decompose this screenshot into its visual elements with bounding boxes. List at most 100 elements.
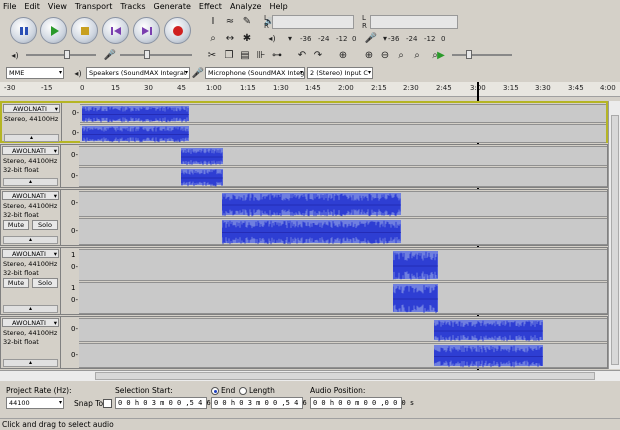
sync-lock-icon[interactable]: ⊕ <box>336 48 350 62</box>
collapse-track-button[interactable]: ▴ <box>3 236 58 244</box>
mute-button[interactable]: Mute <box>3 278 29 288</box>
menu-view[interactable]: View <box>48 2 67 11</box>
cut-icon[interactable]: ✂ <box>205 48 219 62</box>
vertical-scale[interactable]: 0- 0- <box>62 317 79 368</box>
track-control-panel[interactable]: ✕AWOLNATI▾Stereo, 44100Hz▴ <box>2 103 62 142</box>
track-name-button[interactable]: AWOLNATI ▾ <box>2 146 59 155</box>
timeshift-tool-icon[interactable]: ↔ <box>223 31 237 45</box>
horizontal-scrollbar[interactable] <box>0 370 620 381</box>
skip-to-end-button[interactable] <box>133 17 160 44</box>
vertical-scroll-thumb[interactable] <box>611 115 619 365</box>
audio-track[interactable]: ✕AWOLNATI▾Stereo, 44100Hz32-bit float▴0-… <box>0 144 608 188</box>
audio-track[interactable]: ✕AWOLNATI▾Stereo, 44100Hz32-bit float▴0-… <box>0 316 608 369</box>
channel-lane[interactable] <box>79 218 607 245</box>
vertical-scale[interactable]: 0- 0- <box>62 190 79 245</box>
channel-lane[interactable] <box>79 146 607 166</box>
menu-generate[interactable]: Generate <box>154 2 191 11</box>
waveform-clip[interactable] <box>180 169 223 187</box>
waveform-clip[interactable] <box>392 284 438 314</box>
input-device-select[interactable]: Microphone (SoundMAX Integr ▾ <box>205 67 305 79</box>
channel-lane[interactable] <box>79 191 607 217</box>
waveform-clip[interactable] <box>81 106 189 123</box>
waveform-clip[interactable] <box>221 220 401 245</box>
length-radio[interactable] <box>239 387 247 395</box>
audio-track[interactable]: ✕AWOLNATI▾Stereo, 44100Hz▴0-0- <box>0 101 608 143</box>
skip-to-start-button[interactable] <box>102 17 129 44</box>
track-control-panel[interactable]: ✕AWOLNATI▾Stereo, 44100Hz32-bit float▴ <box>1 317 61 368</box>
track-name-button[interactable]: AWOLNATI ▾ <box>3 104 60 113</box>
audio-host-select[interactable]: MME ▾ <box>6 67 64 79</box>
zoom-in-icon[interactable]: ⊕ <box>362 48 376 62</box>
track-name-button[interactable]: AWOLNATI ▾ <box>2 249 59 258</box>
end-radio[interactable] <box>211 387 219 395</box>
collapse-track-button[interactable]: ▴ <box>3 305 58 313</box>
timeline-ruler[interactable]: -30 -15 0 15 30 45 1:00 1:15 1:30 1:45 2:00 2:15 2:3… <box>0 82 620 97</box>
mute-button[interactable]: Mute <box>3 220 29 230</box>
pause-button[interactable] <box>10 17 37 44</box>
menu-edit[interactable]: Edit <box>24 2 40 11</box>
snap-to-checkbox[interactable] <box>103 399 112 408</box>
project-rate-select[interactable]: 44100 ▾ <box>6 397 64 409</box>
waveform-clip[interactable] <box>433 320 543 342</box>
selection-start-field[interactable]: 0 0 h 0 3 m 0 0 ,5 4 6 s <box>115 397 219 409</box>
play-at-speed-icon[interactable]: ▶ <box>434 48 448 62</box>
playback-volume-slider[interactable] <box>26 54 96 56</box>
selection-tool-icon[interactable]: I <box>206 14 220 28</box>
copy-icon[interactable]: ❐ <box>222 48 236 62</box>
collapse-track-button[interactable]: ▴ <box>3 178 58 186</box>
silence-icon[interactable]: ⊶ <box>270 48 284 62</box>
undo-icon[interactable]: ↶ <box>295 48 309 62</box>
recording-meter[interactable] <box>370 15 458 29</box>
collapse-track-button[interactable]: ▴ <box>4 134 59 142</box>
solo-button[interactable]: Solo <box>32 278 58 288</box>
vertical-scrollbar[interactable] <box>608 101 620 369</box>
channel-lane[interactable] <box>79 167 607 187</box>
track-name-button[interactable]: AWOLNATI ▾ <box>2 318 59 327</box>
waveform-clip[interactable] <box>221 193 401 217</box>
horizontal-scroll-thumb[interactable] <box>95 372 595 380</box>
stop-button[interactable] <box>71 17 98 44</box>
play-speed-slider[interactable] <box>452 54 512 56</box>
envelope-tool-icon[interactable]: ≈ <box>223 14 237 28</box>
menu-tracks[interactable]: Tracks <box>120 2 145 11</box>
record-button[interactable] <box>164 17 191 44</box>
waveform-clip[interactable] <box>81 126 189 143</box>
draw-tool-icon[interactable]: ✎ <box>240 14 254 28</box>
selection-end-field[interactable]: 0 0 h 0 3 m 0 0 ,5 4 6 s <box>211 397 315 409</box>
volume-slider-thumb[interactable] <box>64 50 70 59</box>
vertical-scale[interactable]: 0- 0- <box>62 145 79 187</box>
channel-lane[interactable] <box>80 124 606 143</box>
vertical-scale[interactable]: 1 0- 1 0- <box>62 248 79 314</box>
fit-project-icon[interactable]: ⌕ <box>410 48 424 62</box>
play-button[interactable] <box>40 17 67 44</box>
collapse-track-button[interactable]: ▴ <box>3 359 58 367</box>
menu-help[interactable]: Help <box>269 2 287 11</box>
track-control-panel[interactable]: ✕AWOLNATI▾Stereo, 44100Hz32-bit floatMut… <box>1 248 61 314</box>
menu-transport[interactable]: Transport <box>75 2 113 11</box>
zoom-out-icon[interactable]: ⊖ <box>378 48 392 62</box>
zoom-tool-icon[interactable]: ⌕ <box>206 31 220 45</box>
record-slider-thumb[interactable] <box>144 50 150 59</box>
playback-meter[interactable] <box>272 15 354 29</box>
solo-button[interactable]: Solo <box>32 220 58 230</box>
audio-track[interactable]: ✕AWOLNATI▾Stereo, 44100Hz32-bit floatMut… <box>0 189 608 246</box>
output-device-select[interactable]: Speakers (SoundMAX Integrat ▾ <box>86 67 190 79</box>
channel-lane[interactable] <box>79 343 607 368</box>
trim-icon[interactable]: ⊪ <box>254 48 268 62</box>
menu-analyze[interactable]: Analyze <box>230 2 262 11</box>
track-name-button[interactable]: AWOLNATI ▾ <box>2 191 59 200</box>
paste-icon[interactable]: ▤ <box>238 48 252 62</box>
dropdown-arrow-icon[interactable]: ▾ <box>283 31 297 45</box>
waveform-clip[interactable] <box>433 345 543 368</box>
channel-lane[interactable] <box>79 249 607 281</box>
multi-tool-icon[interactable]: ✱ <box>240 31 254 45</box>
channel-lane[interactable] <box>79 282 607 314</box>
menu-effect[interactable]: Effect <box>199 2 222 11</box>
waveform-clip[interactable] <box>180 148 223 166</box>
input-channels-select[interactable]: 2 (Stereo) Input C ▾ <box>307 67 373 79</box>
track-control-panel[interactable]: ✕AWOLNATI▾Stereo, 44100Hz32-bit floatMut… <box>1 190 61 245</box>
dropdown-arrow-icon[interactable]: ▾ <box>378 31 392 45</box>
record-volume-slider[interactable] <box>120 54 192 56</box>
audio-track[interactable]: ✕AWOLNATI▾Stereo, 44100Hz32-bit floatMut… <box>0 247 608 315</box>
waveform-clip[interactable] <box>392 251 438 281</box>
